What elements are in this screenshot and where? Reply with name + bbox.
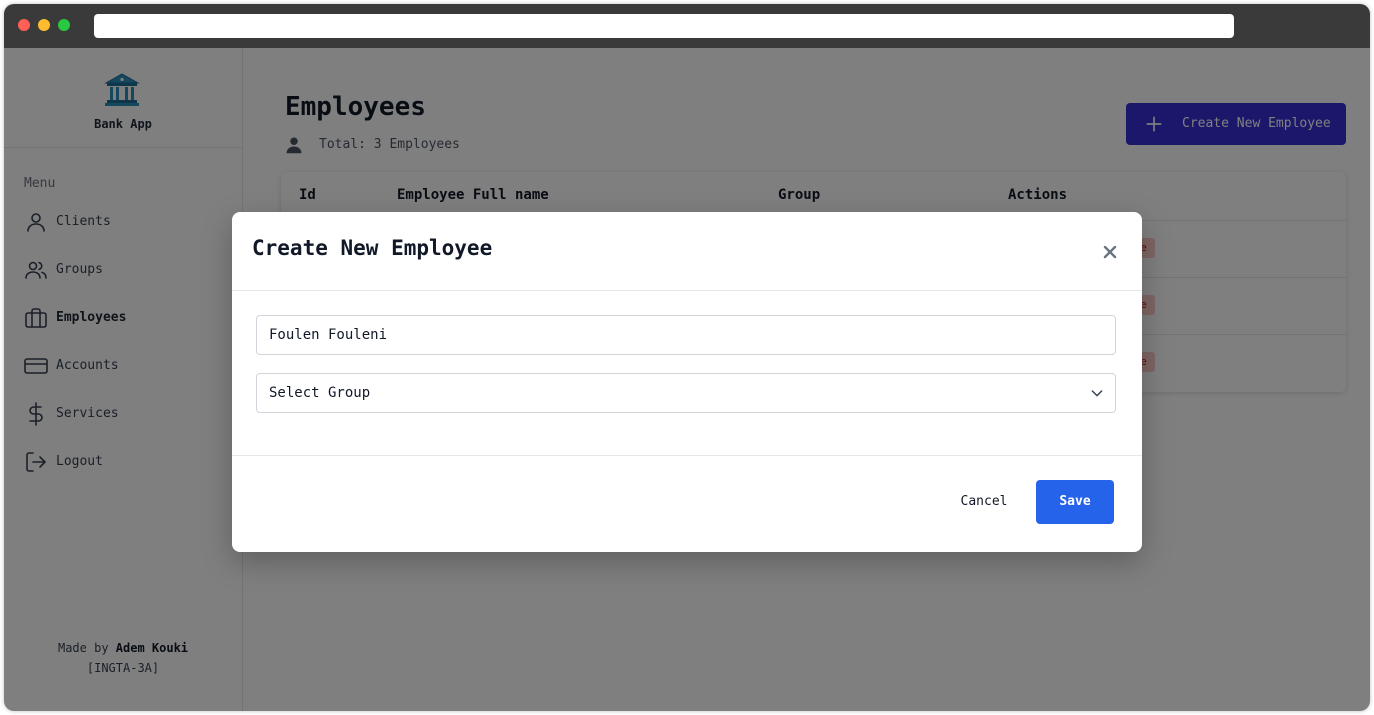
group-select[interactable]: Select Group xyxy=(256,373,1116,413)
close-button[interactable] xyxy=(1098,240,1122,264)
group-select-value: Select Group xyxy=(269,385,371,401)
employee-name-input[interactable]: Foulen Fouleni xyxy=(256,315,1116,355)
app-root: Bank App Menu Clients Groups xyxy=(4,48,1370,711)
maximize-window-dot[interactable] xyxy=(58,19,70,31)
address-bar[interactable] xyxy=(94,14,1234,38)
browser-titlebar xyxy=(4,4,1370,48)
browser-window: Bank App Menu Clients Groups xyxy=(4,4,1370,711)
save-button[interactable]: Save xyxy=(1036,480,1114,524)
modal-header-divider xyxy=(232,290,1142,291)
modal-footer-divider xyxy=(232,455,1142,456)
create-employee-modal: Create New Employee Foulen Fouleni Selec… xyxy=(232,212,1142,552)
modal-title: Create New Employee xyxy=(252,236,493,260)
cancel-button[interactable]: Cancel xyxy=(948,480,1020,524)
close-icon xyxy=(1103,245,1117,259)
minimize-window-dot[interactable] xyxy=(38,19,50,31)
chevron-down-icon xyxy=(1091,390,1103,397)
close-window-dot[interactable] xyxy=(18,19,30,31)
